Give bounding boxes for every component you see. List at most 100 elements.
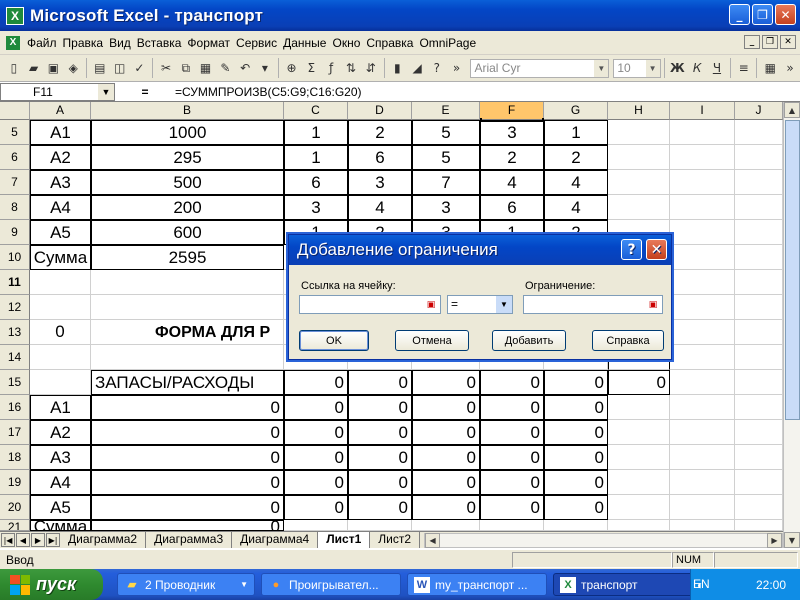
horizontal-scrollbar[interactable]: ◀ ▶ (424, 532, 783, 548)
bottom-table-cell-a[interactable]: A5 (30, 495, 91, 520)
spelling-icon[interactable]: ✓ (130, 57, 150, 79)
bottom-table-cell-g[interactable]: 0 (544, 470, 608, 495)
cancel-button[interactable]: Отмена (395, 330, 469, 351)
top-table-cell-f[interactable]: 4 (480, 170, 544, 195)
empty-cell[interactable] (735, 445, 783, 470)
sum-value-cell-21[interactable]: 0 (91, 520, 284, 531)
empty-cell[interactable] (670, 145, 735, 170)
window-titlebar[interactable]: X Microsoft Excel - транспорт _ ❐ ✕ (0, 0, 800, 31)
top-table-cell-g[interactable]: 4 (544, 170, 608, 195)
empty-cell[interactable] (735, 295, 783, 320)
empty-cell[interactable] (544, 520, 608, 531)
vertical-scrollbar[interactable]: ▲ ▼ (783, 102, 800, 548)
empty-cell[interactable] (670, 420, 735, 445)
bottom-table-cell-b[interactable]: 0 (91, 395, 284, 420)
sum-label-cell-21[interactable]: Сумма (30, 520, 91, 531)
scroll-down-icon[interactable]: ▼ (784, 532, 800, 548)
prev-sheet-icon[interactable]: ◀ (16, 533, 30, 547)
menu-window[interactable]: Окно (329, 36, 363, 50)
bottom-table-cell-g[interactable]: 0 (544, 495, 608, 520)
chart-wizard-icon[interactable]: ▮ (387, 57, 407, 79)
top-table-cell-b[interactable]: 500 (91, 170, 284, 195)
empty-cell[interactable] (91, 295, 284, 320)
font-name-select[interactable]: Arial Cyr ▼ (470, 58, 610, 78)
bottom-table-cell-a[interactable]: A3 (30, 445, 91, 470)
empty-cell[interactable] (670, 170, 735, 195)
select-all-corner[interactable] (0, 102, 30, 120)
doc-restore-button[interactable]: ❐ (762, 35, 778, 49)
empty-cell[interactable] (735, 245, 783, 270)
workbook-icon[interactable]: X (6, 35, 20, 50)
bottom-table-cell-e[interactable]: 0 (412, 445, 480, 470)
sort-asc-icon[interactable]: ⇅ (341, 57, 361, 79)
tab-diagram3[interactable]: Диаграмма3 (146, 532, 233, 548)
sum-value-cell[interactable]: 2595 (91, 245, 284, 270)
row-header[interactable]: 7 (0, 170, 30, 195)
undo-dropdown-icon[interactable]: ▾ (255, 57, 275, 79)
row-header[interactable]: 15 (0, 370, 30, 395)
empty-cell[interactable] (608, 420, 670, 445)
empty-cell[interactable] (670, 320, 735, 345)
bottom-table-cell-f[interactable]: 0 (480, 445, 544, 470)
open-icon[interactable]: ▰ (24, 57, 44, 79)
row-header[interactable]: 13 (0, 320, 30, 345)
new-icon[interactable]: ▯ (4, 57, 24, 79)
borders-icon[interactable]: ▦ (760, 57, 780, 79)
copy-icon[interactable]: ⧉ (176, 57, 196, 79)
first-sheet-icon[interactable]: |◀ (1, 533, 15, 547)
empty-cell[interactable] (670, 120, 735, 145)
group-dropdown-icon[interactable]: ▼ (240, 580, 248, 589)
empty-cell[interactable] (735, 370, 783, 395)
dialog-close-icon[interactable]: ✕ (646, 239, 667, 260)
dialog-titlebar[interactable]: Добавление ограничения ? ✕ (289, 235, 671, 265)
bottom-table-cell-c[interactable]: 0 (284, 395, 348, 420)
cell-a13[interactable]: 0 (30, 320, 91, 345)
bottom-table-cell-g[interactable]: 0 (544, 395, 608, 420)
font-size-select[interactable]: 10 ▼ (613, 58, 661, 78)
top-table-cell-e[interactable]: 3 (412, 195, 480, 220)
row-header[interactable]: 21 (0, 520, 30, 531)
bottom-table-cell-c[interactable]: 0 (284, 420, 348, 445)
menu-omnipage[interactable]: OmniPage (416, 36, 479, 50)
help-button[interactable]: Справка (592, 330, 664, 351)
row-header-selected[interactable]: 11 (0, 270, 30, 295)
column-header-j[interactable]: J (735, 102, 783, 120)
last-sheet-icon[interactable]: ▶| (46, 533, 60, 547)
top-table-cell-c[interactable]: 3 (284, 195, 348, 220)
top-table-cell-b[interactable]: 200 (91, 195, 284, 220)
top-table-cell-a[interactable]: A4 (30, 195, 91, 220)
task-player[interactable]: ● Проигрывател... (261, 573, 401, 596)
top-table-cell-d[interactable]: 2 (348, 120, 412, 145)
bottom-table-cell-e[interactable]: 0 (412, 495, 480, 520)
doc-minimize-button[interactable]: _ (744, 35, 760, 49)
empty-cell[interactable] (608, 445, 670, 470)
bottom-table-cell-d[interactable]: 0 (348, 445, 412, 470)
top-table-cell-d[interactable]: 3 (348, 170, 412, 195)
empty-cell[interactable] (735, 120, 783, 145)
empty-cell[interactable] (735, 170, 783, 195)
top-table-cell-d[interactable]: 6 (348, 145, 412, 170)
top-table-cell-b[interactable]: 295 (91, 145, 284, 170)
bottom-table-cell-e[interactable]: 0 (412, 470, 480, 495)
cell-h15[interactable]: 0 (608, 370, 670, 395)
scroll-left-icon[interactable]: ◀ (425, 532, 441, 548)
form-title-cell[interactable]: ФОРМА ДЛЯ Р (155, 320, 290, 345)
task-word-doc[interactable]: W my_транспорт ... (407, 573, 547, 596)
top-table-cell-a[interactable]: A5 (30, 220, 91, 245)
next-sheet-icon[interactable]: ▶ (31, 533, 45, 547)
bottom-table-cell-e[interactable]: 0 (412, 420, 480, 445)
empty-cell[interactable] (735, 145, 783, 170)
column-header-h[interactable]: H (608, 102, 670, 120)
empty-cell[interactable] (348, 520, 412, 531)
empty-cell[interactable] (608, 170, 670, 195)
empty-cell[interactable] (480, 520, 544, 531)
top-table-cell-e[interactable]: 5 (412, 145, 480, 170)
bottom-table-cell-e[interactable]: 0 (412, 395, 480, 420)
format-painter-icon[interactable]: ✎ (215, 57, 235, 79)
cell-e15[interactable]: 0 (412, 370, 480, 395)
language-indicator[interactable]: EN (693, 577, 710, 591)
tab-sheet1[interactable]: Лист1 (318, 532, 371, 548)
empty-cell[interactable] (670, 495, 735, 520)
doc-close-button[interactable]: ✕ (780, 35, 796, 49)
top-table-cell-f[interactable]: 2 (480, 145, 544, 170)
